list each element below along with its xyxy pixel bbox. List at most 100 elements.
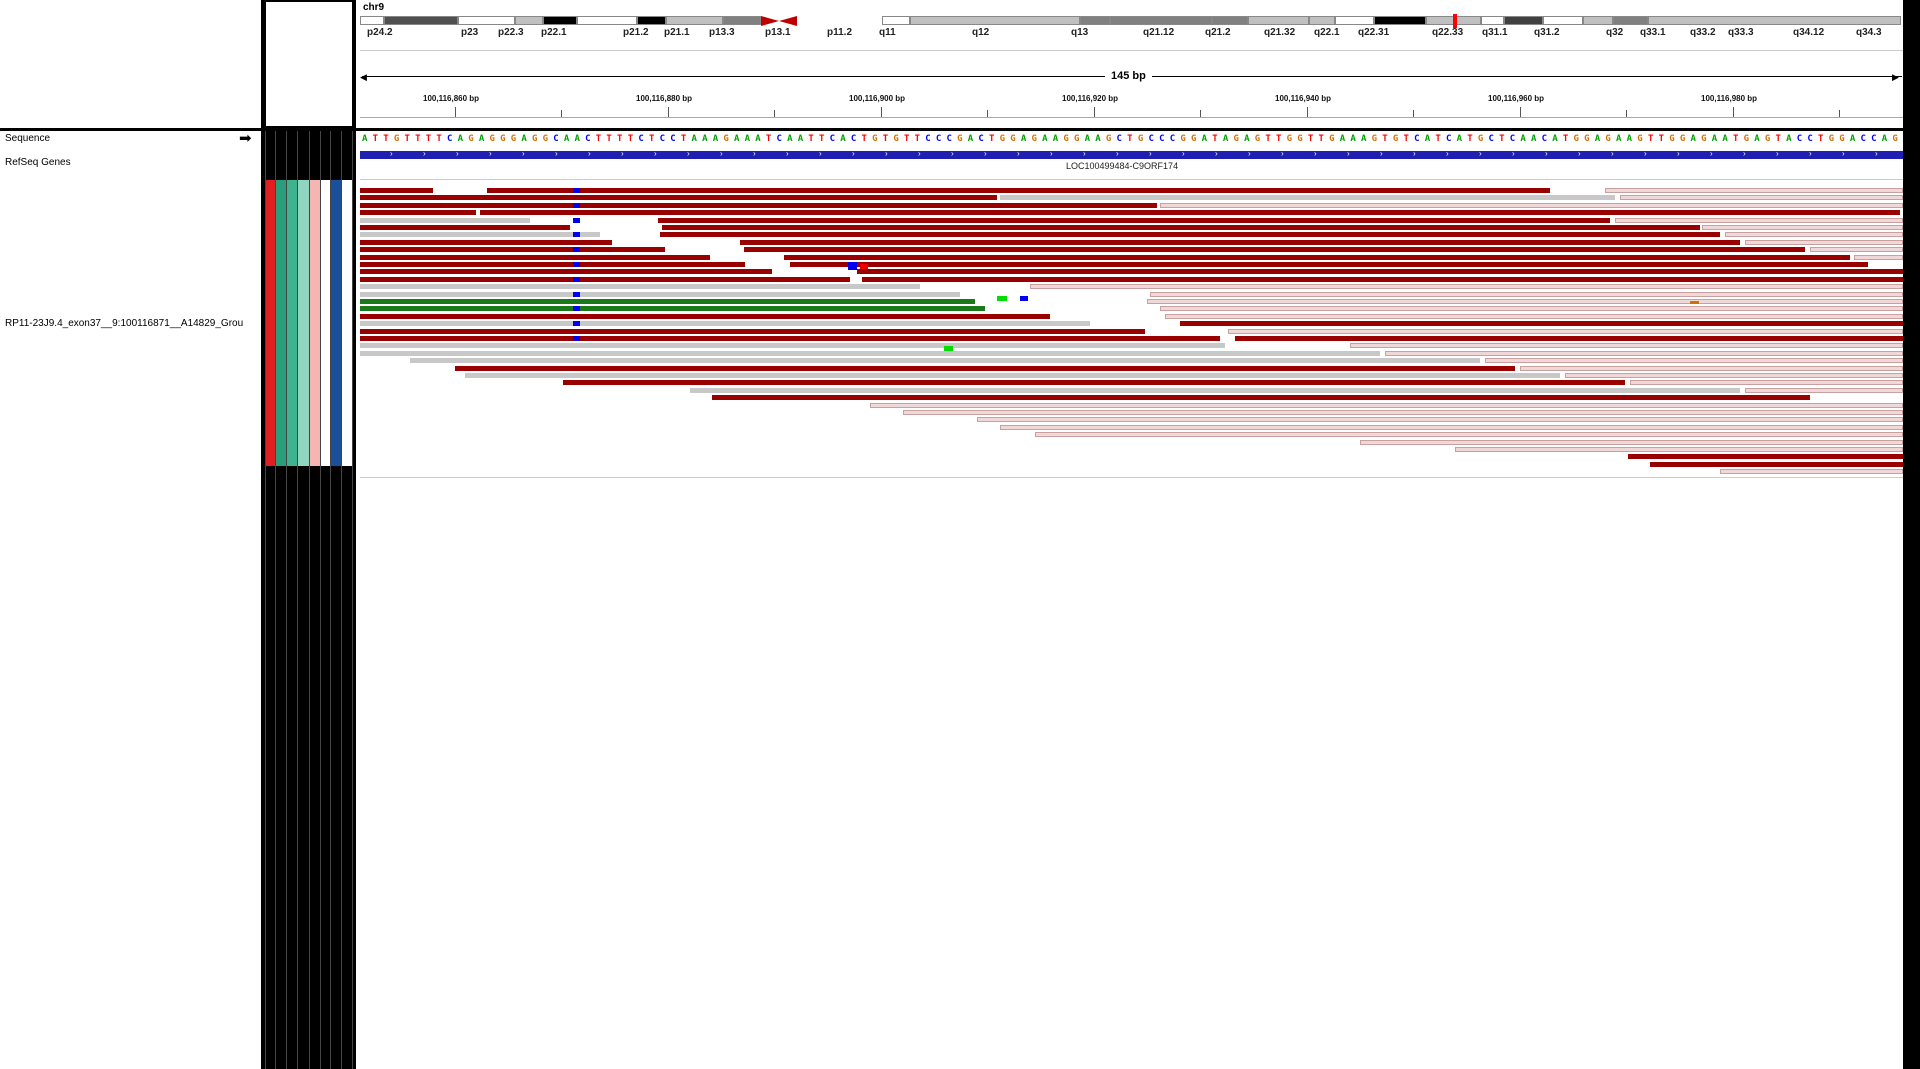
aligned-read[interactable]	[1485, 358, 1903, 364]
aligned-read[interactable]	[1628, 454, 1903, 460]
aligned-read[interactable]	[1630, 380, 1903, 386]
aligned-read[interactable]	[690, 387, 1740, 393]
aligned-read[interactable]	[1520, 365, 1903, 371]
aligned-read[interactable]	[360, 262, 745, 267]
aligned-read[interactable]	[360, 336, 1220, 341]
attribute-cell[interactable]	[321, 180, 330, 466]
aligned-read[interactable]	[360, 276, 850, 282]
chromosome-band[interactable]	[1583, 16, 1613, 25]
aligned-read[interactable]	[740, 239, 1740, 245]
aligned-read[interactable]	[360, 247, 665, 253]
aligned-read[interactable]	[1165, 313, 1903, 319]
aligned-read[interactable]	[1385, 350, 1903, 356]
aligned-read[interactable]	[1615, 217, 1903, 223]
chromosome-band[interactable]	[1374, 16, 1426, 25]
aligned-read[interactable]	[410, 358, 1480, 364]
attribute-cell[interactable]	[310, 180, 320, 466]
chromosome-band[interactable]	[1504, 16, 1543, 25]
aligned-read[interactable]	[1150, 291, 1903, 297]
aligned-read[interactable]	[712, 395, 1810, 401]
aligned-read[interactable]	[662, 225, 1700, 230]
aligned-read[interactable]	[360, 313, 1050, 319]
aligned-read[interactable]	[1725, 232, 1903, 238]
chromosome-band[interactable]	[1248, 16, 1309, 25]
aligned-read[interactable]	[1605, 188, 1903, 193]
chromosome-band[interactable]	[723, 16, 761, 25]
aligned-read[interactable]	[360, 321, 1090, 327]
chromosome-band[interactable]	[543, 16, 577, 25]
aligned-read[interactable]	[1854, 254, 1903, 260]
strand-arrow-icon[interactable]: ➡	[239, 129, 252, 147]
attribute-cell[interactable]	[276, 180, 286, 466]
aligned-read[interactable]	[1035, 432, 1903, 438]
chromosome-band[interactable]	[515, 16, 543, 25]
aligned-read[interactable]	[1160, 202, 1903, 208]
chromosome-band[interactable]	[384, 16, 458, 25]
attribute-cell[interactable]	[266, 180, 275, 466]
aligned-read[interactable]	[1030, 284, 1903, 290]
aligned-read[interactable]	[563, 380, 1625, 386]
aligned-read[interactable]	[480, 210, 1900, 216]
aligned-read[interactable]	[1000, 195, 1615, 201]
aligned-read[interactable]	[360, 232, 600, 238]
chromosome-band[interactable]	[1543, 16, 1583, 25]
aligned-read[interactable]	[1455, 447, 1903, 452]
aligned-read[interactable]	[360, 350, 1380, 356]
aligned-read[interactable]	[360, 239, 612, 245]
aligned-read[interactable]	[1360, 439, 1903, 445]
gene-name[interactable]: LOC100499484-C9ORF174	[1066, 161, 1178, 171]
aligned-read[interactable]	[1620, 195, 1903, 201]
aligned-read[interactable]	[1720, 469, 1903, 475]
aligned-read[interactable]	[360, 291, 960, 297]
aligned-read[interactable]	[455, 365, 1515, 371]
chromosome-band[interactable]	[1212, 16, 1248, 25]
chromosome-band[interactable]	[910, 16, 1080, 25]
aligned-read[interactable]	[360, 343, 1225, 349]
sequence-track-name[interactable]: Sequence	[5, 133, 50, 144]
aligned-read[interactable]	[1810, 247, 1903, 253]
aligned-read[interactable]	[1160, 306, 1903, 312]
aligned-read[interactable]	[1350, 343, 1903, 349]
aligned-read[interactable]	[360, 269, 772, 275]
aligned-read[interactable]	[360, 225, 570, 230]
aligned-read[interactable]	[790, 262, 1868, 267]
aligned-read[interactable]	[903, 410, 1903, 415]
chromosome-band[interactable]	[1080, 16, 1110, 25]
aligned-read[interactable]	[360, 217, 530, 223]
chromosome-band[interactable]	[458, 16, 515, 25]
aligned-read[interactable]	[465, 373, 1560, 378]
aligned-read[interactable]	[360, 254, 710, 260]
aligned-read[interactable]	[1565, 373, 1903, 378]
chromosome-band[interactable]	[1335, 16, 1374, 25]
aligned-read[interactable]	[360, 299, 975, 304]
aligned-read[interactable]	[487, 188, 1550, 193]
chromosome-band[interactable]	[1309, 16, 1335, 25]
aligned-read[interactable]	[360, 202, 1157, 208]
aligned-read[interactable]	[360, 284, 920, 290]
aligned-read[interactable]	[862, 276, 1903, 282]
refseq-genes-track-name[interactable]: RefSeq Genes	[5, 157, 71, 168]
aligned-read[interactable]	[360, 210, 476, 216]
aligned-read[interactable]	[360, 306, 985, 312]
chromosome-band[interactable]	[360, 16, 384, 25]
aligned-read[interactable]	[1745, 387, 1903, 393]
aligned-read[interactable]	[744, 247, 1805, 253]
aligned-read[interactable]	[1650, 461, 1903, 467]
aligned-read[interactable]	[360, 328, 1145, 334]
alignment-track-name[interactable]: RP11-23J9.4_exon37__9:100116871__A14829_…	[5, 318, 260, 329]
aligned-read[interactable]	[1228, 328, 1903, 334]
chromosome-band[interactable]	[666, 16, 723, 25]
attribute-cell[interactable]	[298, 180, 309, 466]
aligned-read[interactable]	[1000, 424, 1903, 430]
attribute-cell[interactable]	[287, 180, 297, 466]
attribute-cell[interactable]	[331, 180, 341, 466]
aligned-read[interactable]	[977, 417, 1903, 423]
aligned-read[interactable]	[1745, 239, 1903, 245]
aligned-read[interactable]	[660, 232, 1720, 238]
right-scroll-edge[interactable]	[1903, 0, 1920, 1069]
aligned-read[interactable]	[1702, 225, 1903, 230]
chromosome-band[interactable]	[637, 16, 666, 25]
chromosome-band[interactable]	[577, 16, 637, 25]
chromosome-band[interactable]	[882, 16, 910, 25]
aligned-read[interactable]	[1147, 299, 1903, 304]
